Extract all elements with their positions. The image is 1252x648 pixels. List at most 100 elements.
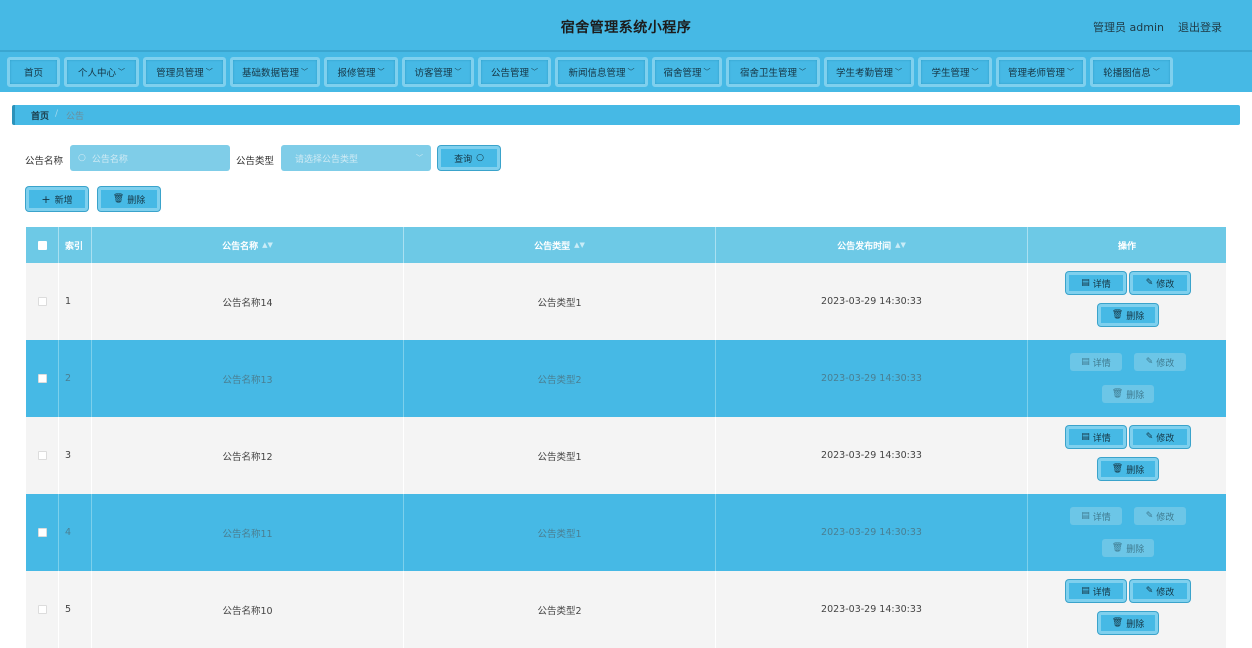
row-checkbox[interactable] <box>37 374 47 383</box>
nav-item-student[interactable]: 学生管理 ﹀ <box>918 57 992 87</box>
notice-type-select[interactable]: 请选择公告类型 ﹀ <box>281 145 431 171</box>
notice-name-input[interactable]: ○ 公告名称 <box>70 145 230 171</box>
add-button[interactable]: + 新增 <box>26 187 88 211</box>
header-name[interactable]: 公告名称 ▲▼ <box>92 227 404 263</box>
row-checkbox[interactable] <box>37 297 47 306</box>
row-name: 公告名称12 <box>92 417 404 494</box>
breadcrumb-home[interactable]: 首页 <box>31 109 49 122</box>
sort-icon[interactable]: ▲▼ <box>262 241 273 249</box>
trash-icon: 🗑 <box>1111 389 1124 399</box>
detail-label: 详情 <box>1092 512 1111 523</box>
nav-item-visitor[interactable]: 访客管理 ﹀ <box>402 57 474 87</box>
row-index: 2 <box>59 340 92 417</box>
edit-icon: ✎ <box>1145 511 1154 521</box>
nav-item-dorm-hygiene[interactable]: 宿舍卫生管理 ﹀ <box>726 57 820 87</box>
table-row: 4 公告名称11 公告类型1 2023-03-29 14:30:33 ▤ 详情 ✎… <box>26 494 1226 571</box>
chevron-down-icon: ﹀ <box>1067 68 1074 76</box>
edit-button[interactable]: ✎ 修改 <box>1134 353 1186 371</box>
row-time: 2023-03-29 14:30:33 <box>716 340 1028 417</box>
edit-button[interactable]: ✎ 修改 <box>1134 507 1186 525</box>
trash-icon: 🗑 <box>1111 310 1124 320</box>
sort-icon[interactable]: ▲▼ <box>574 241 585 249</box>
breadcrumb: 首页 / 公告 <box>12 105 1240 125</box>
header-type[interactable]: 公告类型 ▲▼ <box>404 227 716 263</box>
logout-link[interactable]: 退出登录 <box>1178 19 1222 35</box>
detail-button[interactable]: ▤ 详情 <box>1066 580 1126 602</box>
nav-item-label: 访客管理 <box>414 68 453 79</box>
detail-button[interactable]: ▤ 详情 <box>1070 507 1122 525</box>
row-type: 公告类型1 <box>404 417 716 494</box>
row-index: 1 <box>59 263 92 340</box>
edit-button[interactable]: ✎ 修改 <box>1130 426 1190 448</box>
plus-icon: + <box>41 192 51 206</box>
sort-icon[interactable]: ▲▼ <box>895 241 906 249</box>
delete-button[interactable]: 🗑 删除 <box>1102 539 1154 557</box>
bulk-delete-button[interactable]: 🗑 删除 <box>98 187 160 211</box>
nav-item-teacher[interactable]: 管理老师管理 ﹀ <box>996 57 1086 87</box>
top-header: 宿舍管理系统小程序 管理员 admin 退出登录 <box>0 0 1252 52</box>
notice-name-placeholder: 公告名称 <box>91 154 128 165</box>
row-type: 公告类型1 <box>404 494 716 571</box>
breadcrumb-separator: / <box>55 109 59 119</box>
row-time: 2023-03-29 14:30:33 <box>716 571 1028 648</box>
header-time[interactable]: 公告发布时间 ▲▼ <box>716 227 1028 263</box>
nav-item-label: 管理老师管理 <box>1007 68 1065 79</box>
header-label: 索引 <box>65 241 84 252</box>
delete-button[interactable]: 🗑 删除 <box>1098 458 1158 480</box>
chevron-down-icon: ﹀ <box>301 68 308 76</box>
header-index: 索引 <box>59 227 92 263</box>
nav-item-admin[interactable]: 管理员管理 ﹀ <box>143 57 226 87</box>
nav-item-label: 宿舍卫生管理 <box>739 68 797 79</box>
row-select-cell <box>26 417 59 494</box>
bulk-delete-label: 删除 <box>127 195 146 206</box>
nav-item-label: 个人中心 <box>77 68 116 79</box>
table-header: 索引 公告名称 ▲▼ 公告类型 ▲▼ 公告发布时间 ▲▼ 操作 <box>26 227 1226 263</box>
row-checkbox[interactable] <box>37 605 47 614</box>
row-time: 2023-03-29 14:30:33 <box>716 417 1028 494</box>
nav-item-label: 学生管理 <box>931 68 970 79</box>
row-select-cell <box>26 494 59 571</box>
nav-item-home[interactable]: 首页 <box>7 57 60 87</box>
nav-item-carousel[interactable]: 轮播图信息 ﹀ <box>1090 57 1173 87</box>
row-index: 5 <box>59 571 92 648</box>
chevron-down-icon: ﹀ <box>703 68 711 76</box>
edit-icon: ✎ <box>1145 432 1154 442</box>
detail-button[interactable]: ▤ 详情 <box>1066 272 1126 294</box>
row-actions: ▤ 详情 ✎ 修改 🗑 删除 <box>1028 494 1226 571</box>
delete-label: 删除 <box>1126 311 1145 322</box>
nav-item-label: 基础数据管理 <box>241 68 299 79</box>
query-button[interactable]: 查询 ○ <box>438 146 500 170</box>
nav-item-label: 公告管理 <box>490 68 529 79</box>
nav-item-label: 宿舍管理 <box>663 68 702 79</box>
row-actions: ▤ 详情 ✎ 修改 🗑 删除 <box>1028 263 1226 340</box>
delete-button[interactable]: 🗑 删除 <box>1102 385 1154 403</box>
nav-item-notice[interactable]: 公告管理 ﹀ <box>478 57 551 87</box>
nav-item-repair[interactable]: 报修管理 ﹀ <box>324 57 398 87</box>
main-nav: 首页 个人中心 ﹀ 管理员管理 ﹀ 基础数据管理 ﹀ 报修管理 ﹀ 访客管理 ﹀ 公告管理… <box>0 52 1252 92</box>
row-time: 2023-03-29 14:30:33 <box>716 494 1028 571</box>
detail-button[interactable]: ▤ 详情 <box>1070 353 1122 371</box>
detail-button[interactable]: ▤ 详情 <box>1066 426 1126 448</box>
row-checkbox[interactable] <box>37 528 47 537</box>
select-all-checkbox[interactable] <box>37 240 47 250</box>
search-icon: ○ <box>78 153 86 163</box>
table-row: 1 公告名称14 公告类型1 2023-03-29 14:30:33 ▤ 详情 ✎… <box>26 263 1226 340</box>
nav-item-dorm[interactable]: 宿舍管理 ﹀ <box>652 57 722 87</box>
nav-item-personal-center[interactable]: 个人中心 ﹀ <box>64 57 139 87</box>
row-select-cell <box>26 263 59 340</box>
chevron-down-icon: ﹀ <box>377 68 385 76</box>
chevron-down-icon: ﹀ <box>895 68 902 76</box>
edit-button[interactable]: ✎ 修改 <box>1130 272 1190 294</box>
delete-button[interactable]: 🗑 删除 <box>1098 612 1158 634</box>
delete-button[interactable]: 🗑 删除 <box>1098 304 1158 326</box>
header-select-all[interactable] <box>26 227 59 263</box>
nav-item-base-data[interactable]: 基础数据管理 ﹀ <box>230 57 320 87</box>
nav-item-label: 新闻信息管理 <box>568 68 626 79</box>
edit-button[interactable]: ✎ 修改 <box>1130 580 1190 602</box>
row-name: 公告名称14 <box>92 263 404 340</box>
nav-item-attendance[interactable]: 学生考勤管理 ﹀ <box>824 57 914 87</box>
delete-label: 删除 <box>1126 619 1145 630</box>
header-label: 公告名称 <box>222 241 259 252</box>
row-checkbox[interactable] <box>37 451 47 460</box>
nav-item-news[interactable]: 新闻信息管理 ﹀ <box>555 57 648 87</box>
